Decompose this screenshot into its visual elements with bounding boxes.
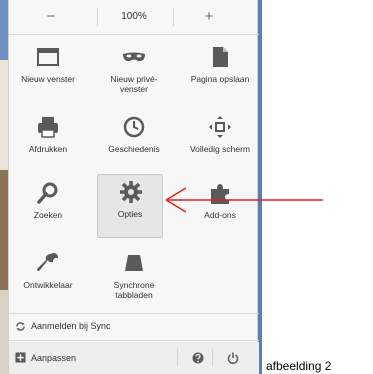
puzzle-icon <box>211 184 229 204</box>
footer-divider <box>212 348 213 366</box>
firefox-menu-panel: − 100% + Nieuw venster Nieuw privé-venst… <box>8 0 259 374</box>
save-page-button[interactable]: Pagina opslaan <box>189 40 251 108</box>
add-ons-button[interactable]: Add-ons <box>189 176 251 244</box>
history-clock-icon <box>123 116 145 138</box>
item-label: Add-ons <box>204 210 236 220</box>
item-label: Pagina opslaan <box>190 74 250 84</box>
customize-label: Aanpassen <box>31 353 77 363</box>
zoom-in-button[interactable]: + <box>179 4 239 30</box>
zoom-controls: − 100% + <box>9 0 259 34</box>
background-strip-mid <box>0 60 8 170</box>
customize-plus-icon <box>15 352 26 363</box>
customize-button[interactable]: Aanpassen <box>9 342 159 374</box>
new-private-window-button[interactable]: Nieuw privé-venster <box>103 40 165 108</box>
print-button[interactable]: Afdrukken <box>17 110 79 178</box>
item-label: Nieuw privé-venster <box>110 74 158 94</box>
sync-signin-row[interactable]: Aanmelden bij Sync <box>9 314 259 338</box>
developer-button[interactable]: Ontwikkelaar <box>17 246 79 314</box>
zoom-reset-button[interactable]: 100% <box>101 4 167 30</box>
item-label: Afdrukken <box>28 144 68 154</box>
background-strip-photo <box>0 170 8 290</box>
item-label: Volledig scherm <box>189 144 250 154</box>
quit-power-icon[interactable] <box>227 352 239 364</box>
history-button[interactable]: Geschiedenis <box>103 110 165 178</box>
gear-icon <box>120 181 142 203</box>
printer-icon <box>38 117 58 138</box>
background-strip-top <box>0 0 8 60</box>
private-mask-icon <box>123 52 145 62</box>
separator <box>9 340 259 341</box>
item-label: Opties <box>117 209 143 219</box>
synced-tabs-button[interactable]: Synchrone tabbladen <box>103 246 165 314</box>
footer-divider <box>177 348 178 366</box>
synced-tabs-icon <box>125 255 143 271</box>
item-label: Zoeken <box>33 210 63 220</box>
zoom-divider <box>173 8 174 26</box>
save-page-icon <box>213 47 228 67</box>
sync-signin-label: Aanmelden bij Sync <box>31 321 111 331</box>
background-strip-bottom <box>0 290 8 374</box>
sync-icon <box>16 322 25 331</box>
wrench-icon <box>37 253 58 271</box>
zoom-divider <box>97 8 98 26</box>
item-label: Nieuw venster <box>21 74 75 84</box>
options-button[interactable]: Opties <box>97 174 163 238</box>
image-caption: afbeelding 2 <box>266 359 332 373</box>
fullscreen-button[interactable]: Volledig scherm <box>189 110 251 178</box>
item-label: Geschiedenis <box>108 144 160 154</box>
help-icon[interactable] <box>192 352 204 364</box>
search-button[interactable]: Zoeken <box>17 176 79 244</box>
zoom-out-button[interactable]: − <box>21 4 81 30</box>
search-icon <box>37 182 58 204</box>
new-window-icon <box>37 48 59 66</box>
separator <box>9 34 259 35</box>
footer-bar: Aanpassen <box>9 342 259 374</box>
fullscreen-icon <box>209 116 231 138</box>
item-label: Ontwikkelaar <box>23 280 73 290</box>
item-label: Synchrone tabbladen <box>113 280 155 300</box>
new-window-button[interactable]: Nieuw venster <box>17 40 79 108</box>
